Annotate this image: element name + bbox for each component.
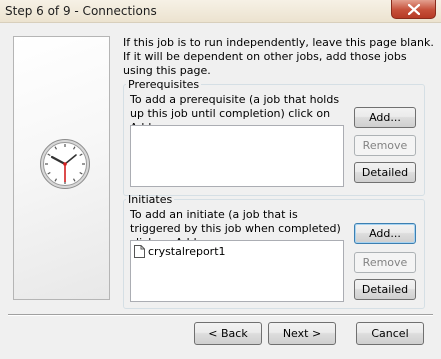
wizard-window: Step 6 of 9 - Connections If this job is… xyxy=(0,0,441,359)
list-item-label: crystalreport1 xyxy=(148,245,226,258)
wizard-side-panel xyxy=(13,36,110,300)
prerequisites-remove-button[interactable]: Remove xyxy=(354,135,416,156)
back-button[interactable]: < Back xyxy=(194,322,262,345)
initiates-list[interactable]: crystalreport1 xyxy=(130,240,344,302)
prerequisites-legend: Prerequisites xyxy=(128,78,200,91)
cancel-button[interactable]: Cancel xyxy=(356,322,424,345)
document-icon xyxy=(134,245,145,258)
footer-separator xyxy=(8,314,433,316)
clock-icon xyxy=(40,139,90,189)
close-icon xyxy=(408,4,420,15)
initiates-add-button[interactable]: Add... xyxy=(354,223,416,244)
window-title: Step 6 of 9 - Connections xyxy=(5,4,157,18)
title-bar: Step 6 of 9 - Connections xyxy=(0,0,441,23)
close-button[interactable] xyxy=(391,0,436,19)
prerequisites-list[interactable] xyxy=(130,125,344,187)
intro-text: If this job is to run independently, lea… xyxy=(123,36,434,77)
list-item[interactable]: crystalreport1 xyxy=(134,245,226,258)
prerequisites-add-button[interactable]: Add... xyxy=(354,107,416,128)
next-button[interactable]: Next > xyxy=(268,322,336,345)
initiates-remove-button[interactable]: Remove xyxy=(354,252,416,273)
initiates-detailed-button[interactable]: Detailed xyxy=(354,279,416,300)
prerequisites-detailed-button[interactable]: Detailed xyxy=(354,162,416,183)
initiates-legend: Initiates xyxy=(128,193,173,206)
